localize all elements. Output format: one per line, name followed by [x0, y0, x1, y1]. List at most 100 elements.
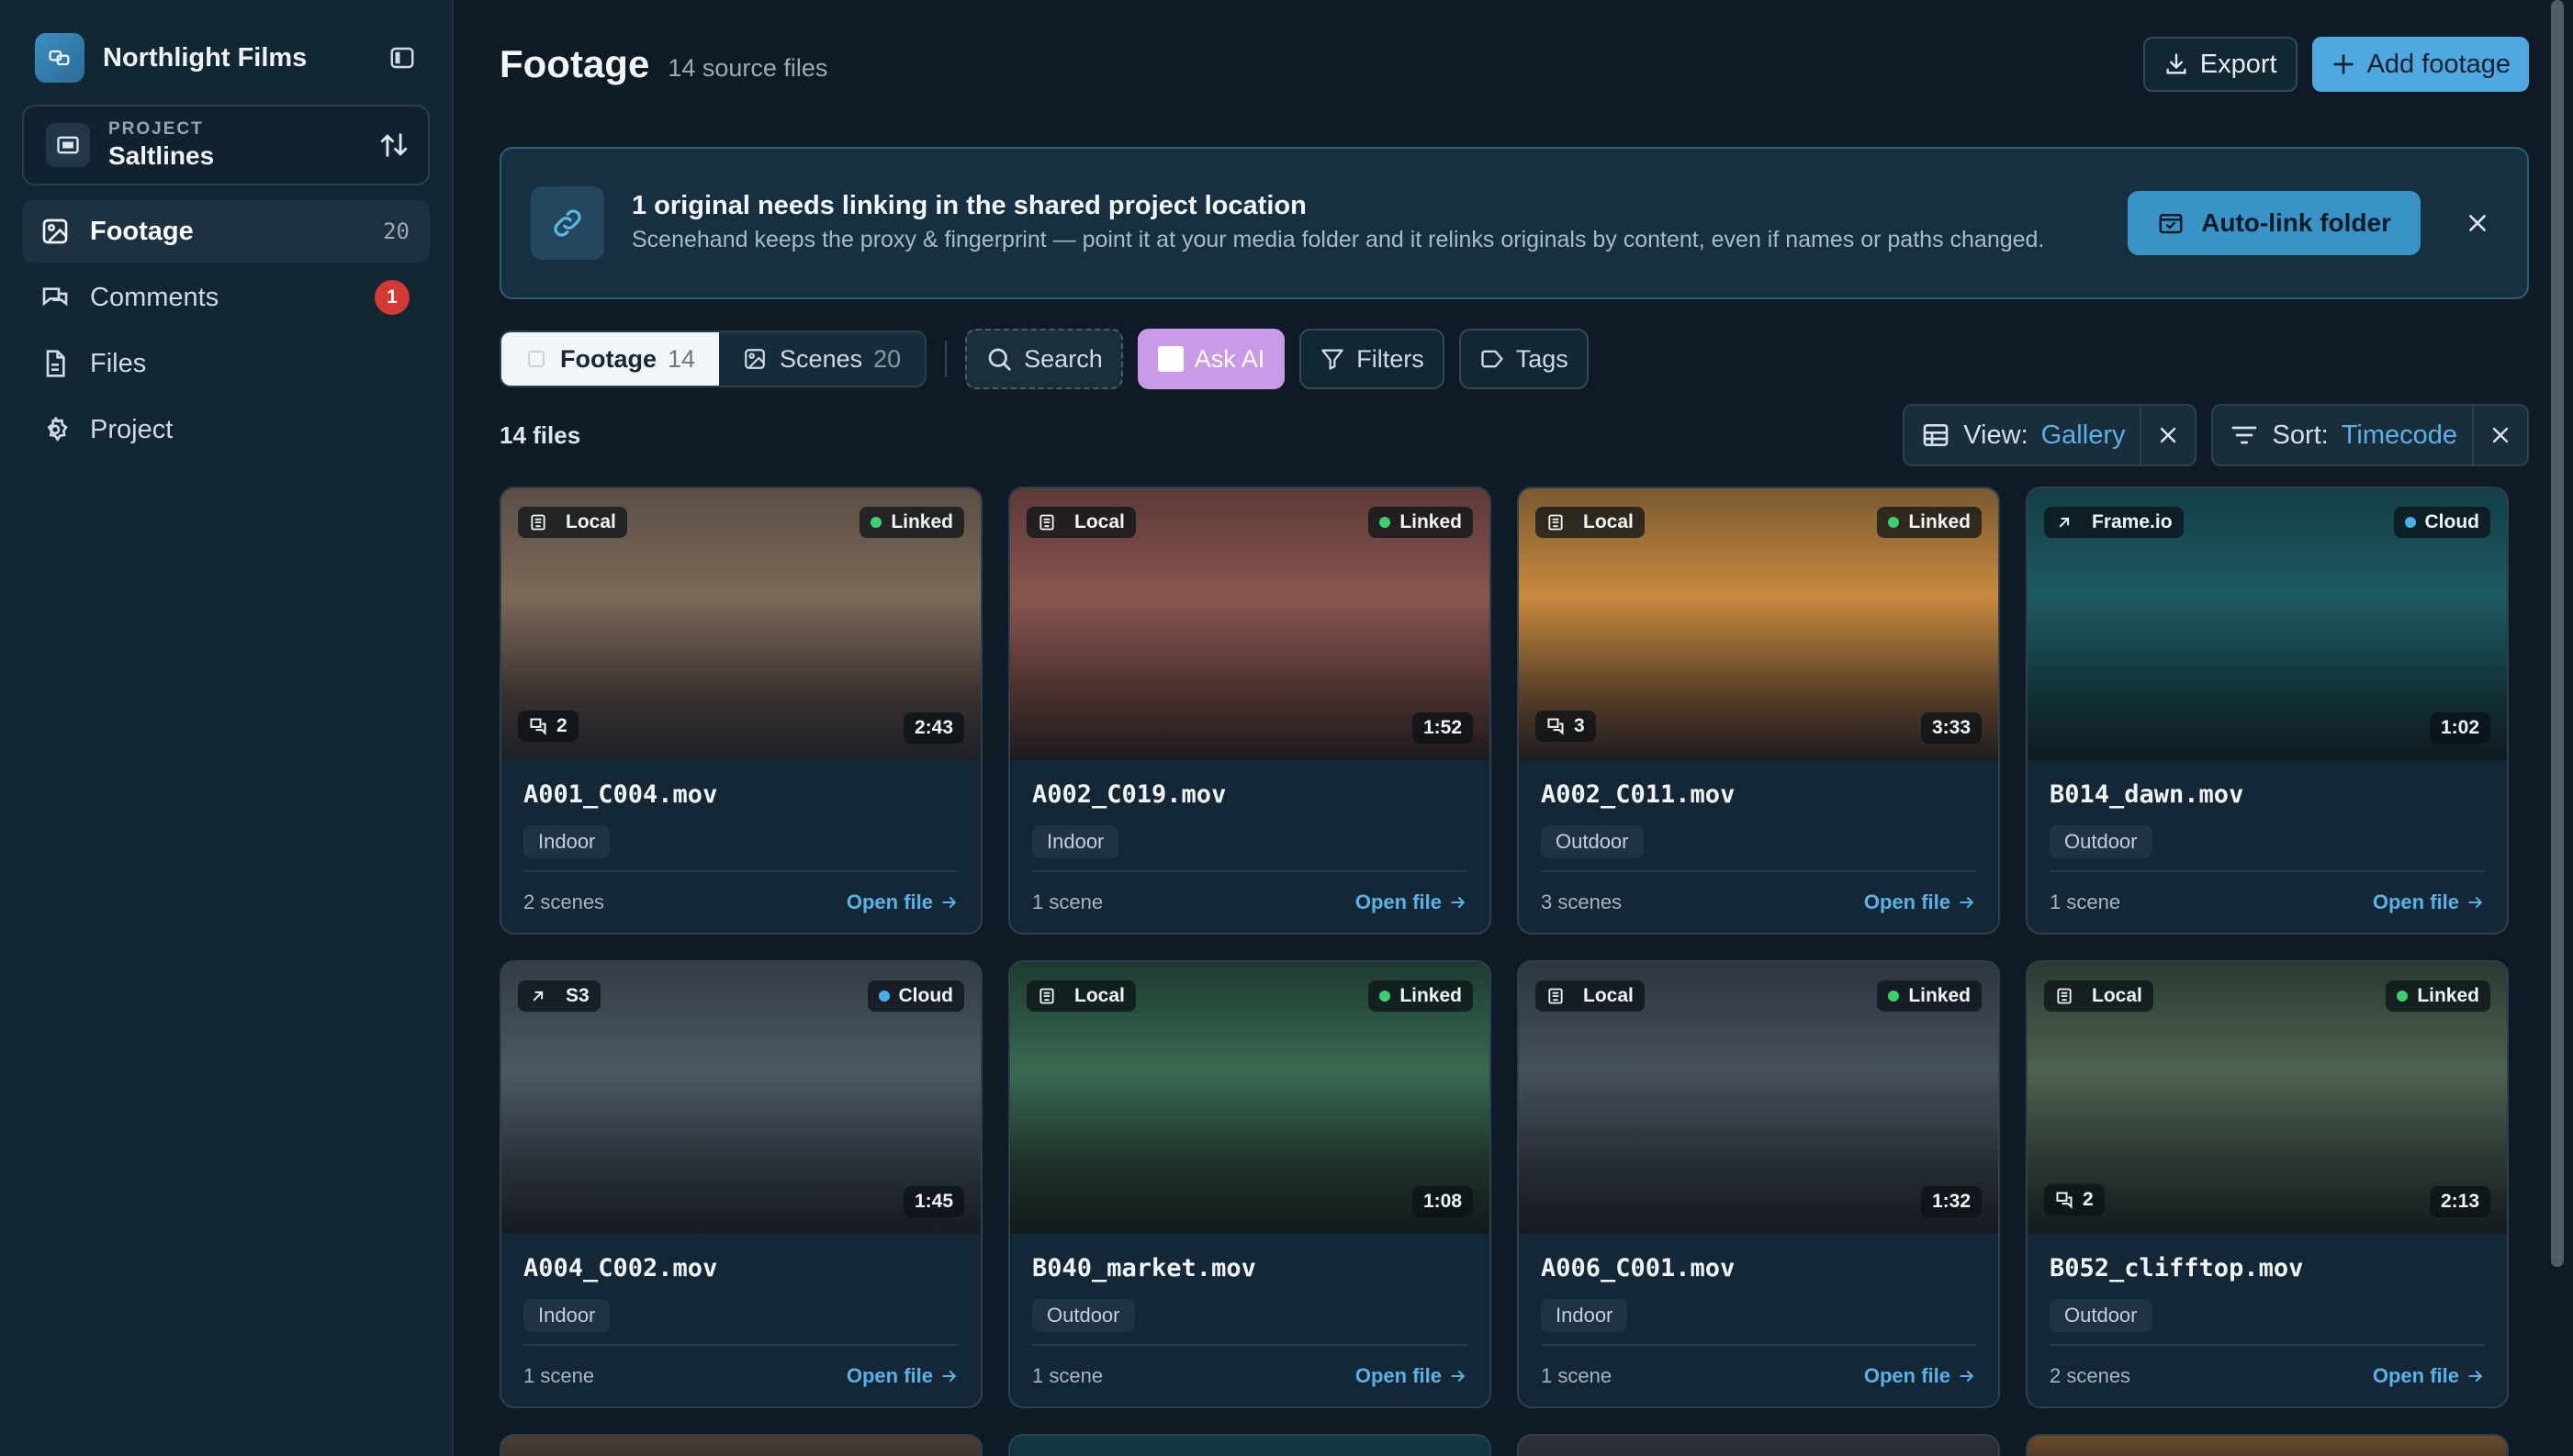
location-tag[interactable]: Outdoor — [2050, 825, 2152, 858]
sort-lines-icon — [2232, 426, 2257, 444]
footage-thumbnail: Local Linked 1:08 — [1010, 962, 1489, 1234]
footage-card[interactable] — [500, 1434, 983, 1456]
image-icon — [42, 218, 68, 244]
location-tag[interactable]: Indoor — [523, 825, 611, 858]
add-footage-label: Add footage — [2366, 49, 2511, 79]
tags-label: Tags — [1515, 344, 1568, 373]
footage-card[interactable]: S3 Cloud 1:45 A004_C002.mov Indoor 1 sce… — [500, 960, 983, 1408]
status-dot — [1379, 991, 1391, 1002]
filename: A002_C019.mov — [1032, 780, 1227, 809]
open-file-link[interactable]: Open file — [1864, 890, 1976, 914]
status-dot — [871, 517, 882, 528]
arrow-right-icon — [1960, 897, 1974, 908]
view-key: View: — [1963, 420, 2028, 450]
auto-link-folder-button[interactable]: Auto-link folder — [2128, 191, 2421, 255]
footage-card[interactable]: Local Linked 1:08 B040_market.mov Outdoo… — [1008, 960, 1491, 1408]
arrow-up-right-icon — [529, 987, 556, 1005]
status-pill: Linked — [1877, 980, 1982, 1012]
add-footage-button[interactable]: Add footage — [2311, 37, 2529, 92]
scene-count: 2 scenes — [523, 890, 605, 913]
status-dot — [2397, 991, 2409, 1002]
status-dot — [1379, 517, 1391, 528]
table-icon — [1923, 424, 1949, 446]
duration: 3:33 — [1931, 717, 1971, 738]
plus-icon — [2332, 54, 2354, 74]
filters-button[interactable]: Filters — [1299, 329, 1444, 389]
footage-card[interactable] — [1517, 1434, 2000, 1456]
footage-card[interactable]: Local Linked 2 2:43 A001_C004.mov Indoor… — [500, 487, 983, 935]
drive-icon — [2055, 987, 2083, 1005]
image-icon — [745, 349, 765, 369]
open-file-link[interactable]: Open file — [2373, 1364, 2485, 1388]
status-dot — [1888, 991, 1900, 1002]
org-header: Northlight Films — [35, 33, 430, 83]
sort-chip[interactable]: Sort: Timecode — [2211, 404, 2529, 466]
location-tag[interactable]: Indoor — [1541, 1299, 1628, 1332]
export-button[interactable]: Export — [2142, 37, 2298, 92]
search-label: Search — [1024, 344, 1103, 373]
comments-icon — [1547, 718, 1564, 735]
project-icon — [46, 123, 90, 167]
location-tag[interactable]: Outdoor — [2050, 1299, 2152, 1332]
footage-card[interactable]: Local Linked 2 2:13 B052_clifftop.mov Ou… — [2026, 960, 2509, 1408]
tag-icon — [1481, 350, 1503, 368]
scene-count: 1 scene — [1032, 1364, 1104, 1387]
location-tag[interactable]: Indoor — [523, 1299, 611, 1332]
collapse-sidebar-button[interactable] — [382, 38, 422, 78]
open-file-link[interactable]: Open file — [847, 890, 959, 914]
arrow-right-icon — [1451, 897, 1466, 908]
search-button[interactable]: Search — [965, 329, 1123, 389]
footage-grid: Local Linked 2 2:43 A001_C004.mov Indoor… — [500, 487, 2529, 1456]
footage-card[interactable]: Local Linked 1:32 A006_C001.mov Indoor 1… — [1517, 960, 2000, 1408]
ask-ai-button[interactable]: Ask AI — [1137, 329, 1286, 389]
file-count: 14 files — [500, 420, 581, 449]
footage-thumbnail: S3 Cloud 1:45 — [501, 962, 981, 1234]
filter-icon — [1321, 349, 1343, 370]
open-file-link[interactable]: Open file — [1355, 890, 1467, 914]
project-switcher[interactable]: PROJECT Saltlines — [22, 105, 430, 185]
footage-card[interactable]: Frame.io Cloud 1:02 B014_dawn.mov Outdoo… — [2026, 487, 2509, 935]
relink-banner: 1 original needs linking in the shared p… — [500, 147, 2529, 299]
location-tag[interactable]: Outdoor — [1032, 1299, 1135, 1332]
tab-scenes[interactable]: Scenes 20 — [719, 332, 925, 386]
open-file-link[interactable]: Open file — [2373, 890, 2485, 914]
tags-button[interactable]: Tags — [1458, 329, 1589, 389]
sidebar-item-footage[interactable]: Footage 20 — [22, 200, 430, 263]
source-label: Local — [1074, 511, 1125, 532]
footage-card[interactable] — [2026, 1434, 2509, 1456]
status-pill: Cloud — [2393, 507, 2490, 538]
open-file-link[interactable]: Open file — [1355, 1364, 1467, 1388]
comments-badge: 1 — [375, 280, 410, 315]
comment-count: 2 — [2083, 1189, 2094, 1210]
scene-count: 2 scenes — [2050, 1364, 2131, 1387]
footage-card[interactable]: Local Linked 1:52 A002_C019.mov Indoor 1… — [1008, 487, 1491, 935]
filename: A002_C011.mov — [1541, 780, 1736, 809]
location-tag[interactable]: Outdoor — [1541, 825, 1644, 858]
footage-card[interactable]: Local Linked 3 3:33 A002_C011.mov Outdoo… — [1517, 487, 2000, 935]
page-header: Footage 14 source files Export Add foota… — [500, 0, 2529, 129]
view-chip[interactable]: View: Gallery — [1903, 404, 2197, 466]
tab-count: 14 — [668, 344, 696, 373]
open-file-link[interactable]: Open file — [847, 1364, 959, 1388]
clear-view-button[interactable] — [2140, 406, 2195, 465]
source-label: S3 — [566, 985, 590, 1006]
auto-link-label: Auto-link folder — [2201, 208, 2391, 237]
dismiss-banner-button[interactable] — [2457, 203, 2498, 243]
tab-footage[interactable]: Footage 14 — [501, 332, 720, 386]
clear-sort-button[interactable] — [2472, 406, 2527, 465]
sidebar-item-project[interactable]: Project — [22, 398, 430, 461]
open-file-link[interactable]: Open file — [1864, 1364, 1976, 1388]
swap-vertical-icon — [380, 133, 408, 157]
footage-card[interactable] — [1008, 1434, 1491, 1456]
status-label: Linked — [1908, 985, 1971, 1006]
filename: A001_C004.mov — [523, 780, 718, 809]
duration: 1:52 — [1422, 717, 1462, 738]
tab-label: Footage — [560, 344, 657, 373]
sidebar-item-files[interactable]: Files — [22, 332, 430, 395]
scrollbar[interactable] — [2551, 0, 2564, 1267]
scene-count: 3 scenes — [1541, 890, 1623, 913]
source-pill: Local — [1027, 507, 1136, 538]
location-tag[interactable]: Indoor — [1032, 825, 1119, 858]
source-pill: Local — [518, 507, 627, 538]
sidebar-item-comments[interactable]: Comments 1 — [22, 266, 430, 329]
